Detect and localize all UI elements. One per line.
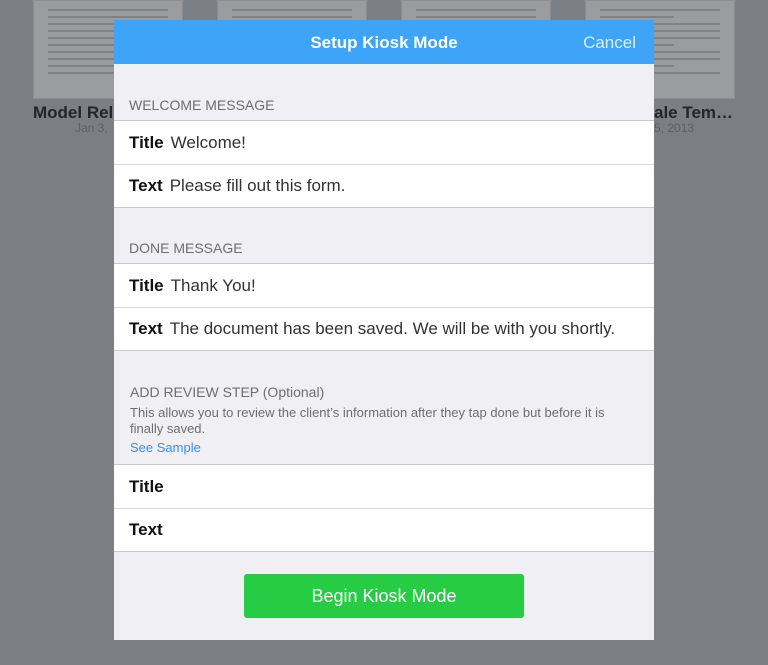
begin-kiosk-mode-button[interactable]: Begin Kiosk Mode <box>244 574 524 618</box>
modal-title: Setup Kiosk Mode <box>310 33 458 52</box>
cancel-button[interactable]: Cancel <box>583 20 636 65</box>
welcome-message-group: Title Text <box>114 120 654 208</box>
review-text-field[interactable] <box>169 514 654 545</box>
modal-nav-bar: Setup Kiosk Mode Cancel <box>114 20 654 64</box>
done-text-field[interactable] <box>169 313 654 344</box>
done-title-row[interactable]: Title <box>114 264 654 307</box>
welcome-title-row[interactable]: Title <box>114 121 654 164</box>
done-section-header: DONE MESSAGE <box>129 240 243 256</box>
document-name: ale Tem… <box>654 103 734 122</box>
welcome-section-header: WELCOME MESSAGE <box>129 97 275 113</box>
welcome-text-label: Text <box>129 175 163 195</box>
review-description: This allows you to review the client’s i… <box>130 405 605 436</box>
review-title-label: Title <box>129 476 164 496</box>
review-text-row[interactable]: Text <box>114 508 654 551</box>
welcome-text-field[interactable] <box>169 170 654 201</box>
welcome-text-row[interactable]: Text <box>114 164 654 207</box>
review-step-group: Title Text <box>114 464 654 552</box>
done-text-row[interactable]: Text <box>114 307 654 350</box>
welcome-title-field[interactable] <box>170 127 654 158</box>
done-text-label: Text <box>129 318 163 338</box>
document-name: Model Rel <box>33 103 114 122</box>
see-sample-link[interactable]: See Sample <box>114 441 654 464</box>
review-section-header: ADD REVIEW STEP (Optional) <box>130 384 325 400</box>
done-title-label: Title <box>129 275 164 295</box>
review-title-row[interactable]: Title <box>114 465 654 508</box>
document-date: Jan 3, <box>75 121 108 135</box>
done-title-field[interactable] <box>170 270 654 301</box>
done-message-group: Title Text <box>114 263 654 351</box>
document-date: 5, 2013 <box>654 121 695 135</box>
kiosk-setup-modal: Setup Kiosk Mode Cancel WELCOME MESSAGE … <box>114 20 654 640</box>
review-text-label: Text <box>129 519 163 539</box>
review-title-field[interactable] <box>170 471 654 502</box>
welcome-title-label: Title <box>129 132 164 152</box>
